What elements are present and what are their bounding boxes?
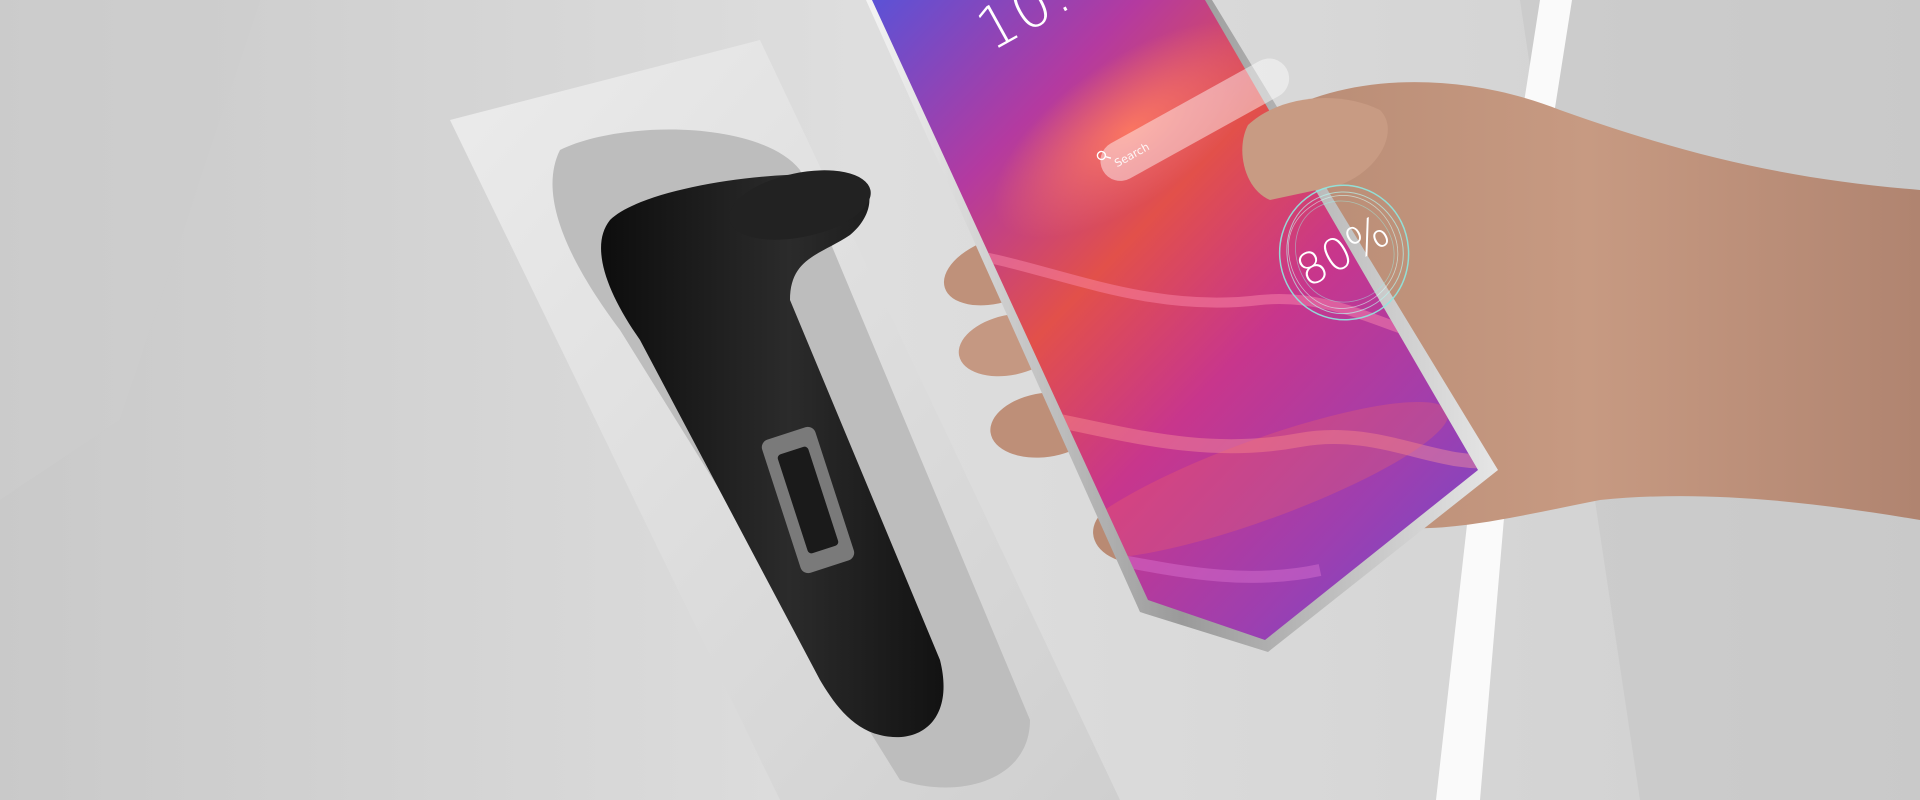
scene-artwork [0, 0, 1920, 800]
search-placeholder: Search [1112, 139, 1152, 170]
photo-scene: 10: Search 80% [0, 0, 1920, 800]
